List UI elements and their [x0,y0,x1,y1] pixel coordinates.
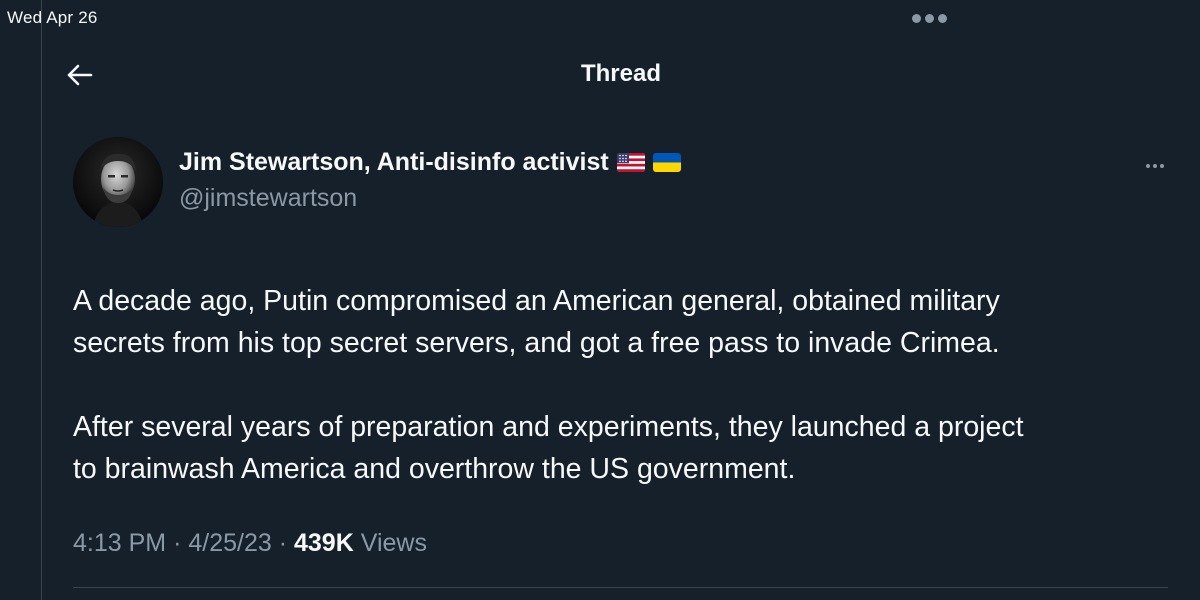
views-label: Views [360,529,427,557]
thread-header: Thread [42,48,1200,100]
tweet-paragraph: A decade ago, Putin compromised an Ameri… [73,285,1000,359]
tweet-time[interactable]: 4:13 PM [73,529,166,557]
author-name[interactable]: Jim Stewartson, Anti-disinfo activist [179,148,609,177]
tweet-date[interactable]: 4/25/23 [188,529,271,557]
author-handle[interactable]: @jimstewartson [179,184,357,213]
page-title: Thread [580,60,661,87]
tweet-text: A decade ago, Putin compromised an Ameri… [73,280,1163,490]
ukraine-flag-icon [652,153,681,172]
meta-separator: · [278,529,288,557]
avatar-photo [73,137,163,227]
status-bar-date: Wed Apr 26 [7,8,98,27]
meta-separator: · [173,529,182,557]
us-flag-icon [616,153,645,172]
twitter-thread-screen: Wed Apr 26 Thread Jim Stewartson, Anti-d… [0,0,1200,600]
back-button[interactable] [64,60,94,90]
tweet-paragraph: After several years of preparation and e… [73,411,1024,485]
more-options-button[interactable] [1142,160,1168,172]
author-avatar[interactable] [73,137,163,227]
divider [73,587,1168,588]
tweet-metadata: 4:13 PM · 4/25/23 · 439K Views [73,529,427,558]
author-name-row[interactable]: Jim Stewartson, Anti-disinfo activist [179,148,681,177]
views-count[interactable]: 439K [294,529,354,557]
arrow-left-icon [67,64,93,86]
multitasking-dots-icon[interactable] [912,14,947,23]
more-dots-icon [1146,164,1150,168]
